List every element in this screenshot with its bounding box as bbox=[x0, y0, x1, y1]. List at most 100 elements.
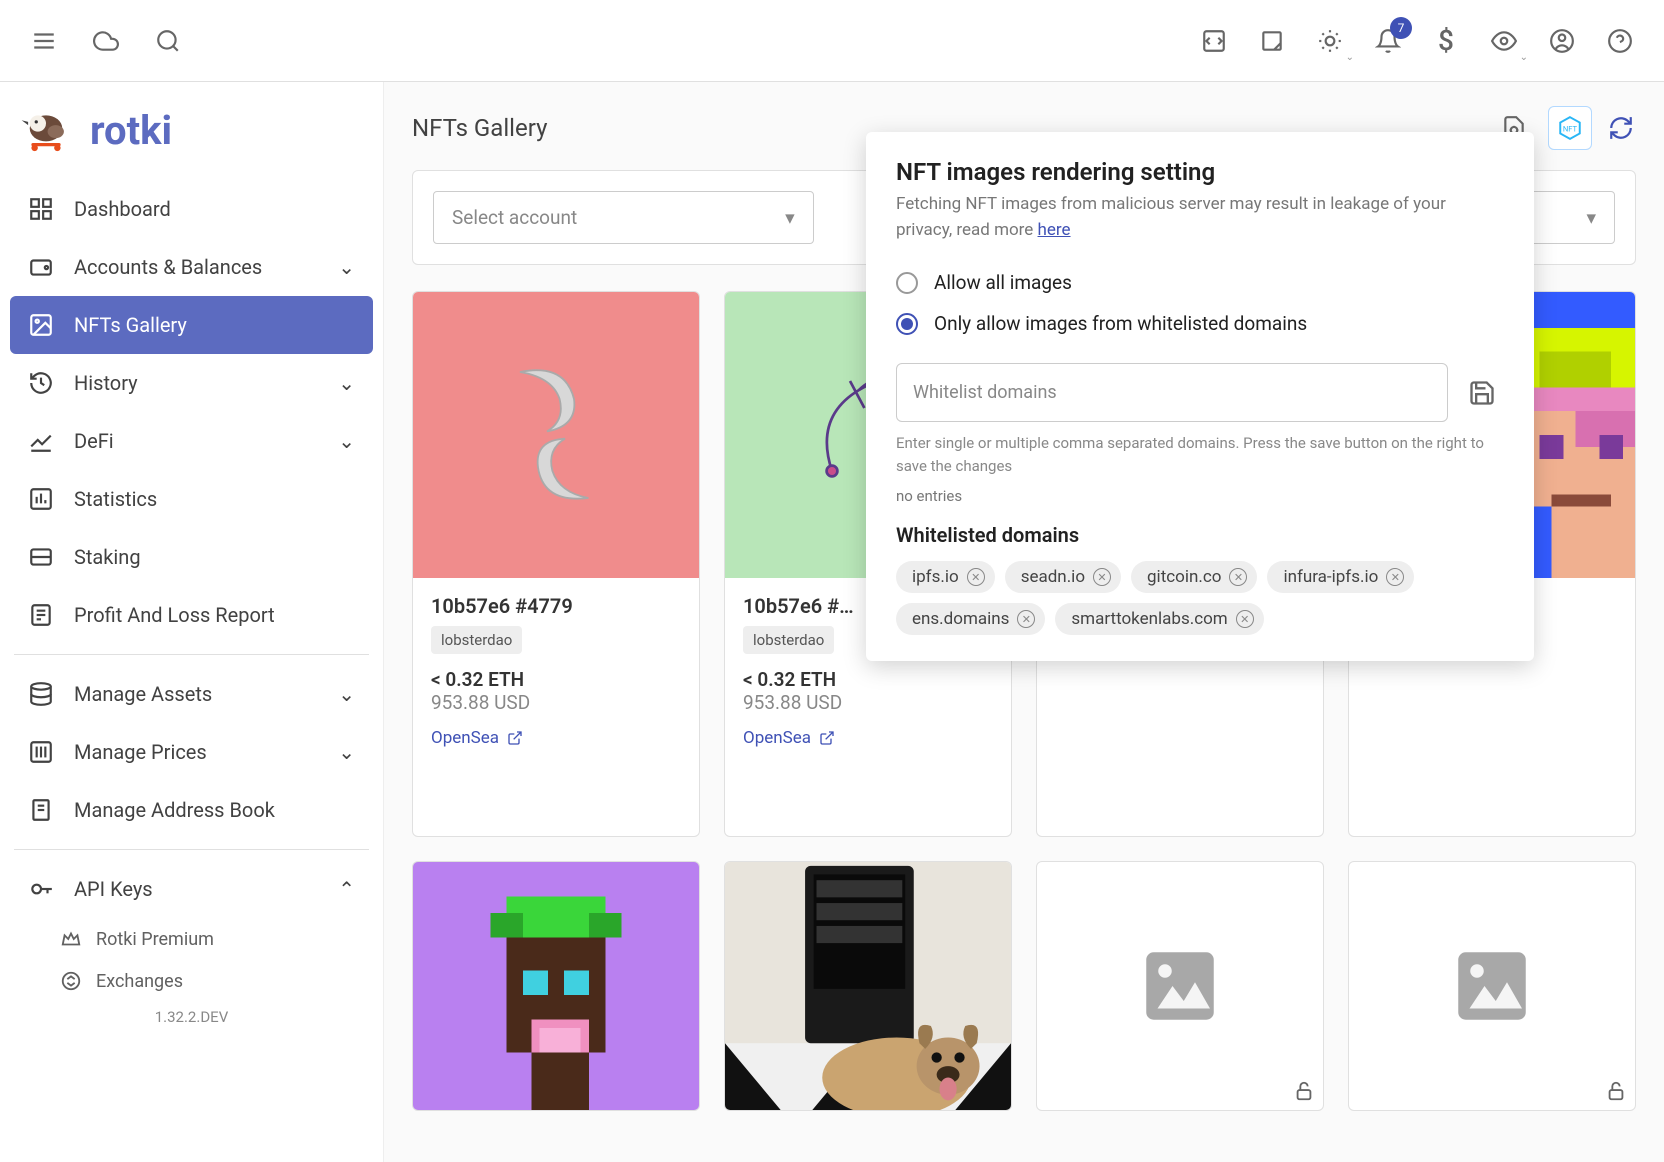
nft-image bbox=[456, 880, 656, 1110]
chip-remove-icon[interactable]: ✕ bbox=[1093, 568, 1111, 586]
nav-label: Manage Assets bbox=[74, 682, 212, 706]
nft-card[interactable] bbox=[724, 861, 1012, 1111]
sidebar-item-pnl[interactable]: Profit And Loss Report bbox=[10, 586, 373, 644]
radio-whitelist-only[interactable]: Only allow images from whitelisted domai… bbox=[896, 312, 1504, 335]
nft-card[interactable]: 10b57e6 #4779 lobsterdao < 0.32 ETH 953.… bbox=[412, 291, 700, 837]
svg-text:NFT: NFT bbox=[1563, 124, 1578, 133]
nav-label: API Keys bbox=[74, 877, 153, 901]
chip-remove-icon[interactable]: ✕ bbox=[1386, 568, 1404, 586]
sidebar-item-defi[interactable]: DeFi ⌄ bbox=[10, 412, 373, 470]
nft-title: 10b57e6 #4779 bbox=[431, 594, 681, 618]
chart-line-icon bbox=[28, 428, 54, 454]
currency-icon[interactable]: $ bbox=[1426, 21, 1466, 61]
domain-chip: seadn.io ✕ bbox=[1005, 561, 1121, 593]
radio-allow-all[interactable]: Allow all images bbox=[896, 271, 1504, 294]
chip-remove-icon[interactable]: ✕ bbox=[1229, 568, 1247, 586]
nft-collection-tag: lobsterdao bbox=[743, 626, 834, 654]
notifications-icon[interactable]: 7 bbox=[1368, 21, 1408, 61]
sidebar-item-dashboard[interactable]: Dashboard bbox=[10, 180, 373, 238]
nft-marketplace-link[interactable]: OpenSea bbox=[743, 728, 993, 748]
exchange-icon bbox=[60, 970, 82, 992]
sidebar-item-api-keys[interactable]: API Keys ⌃ bbox=[10, 860, 373, 918]
crown-icon bbox=[60, 928, 82, 950]
wallet-icon bbox=[28, 254, 54, 280]
nav-label: Exchanges bbox=[96, 971, 183, 992]
sidebar-sub-premium[interactable]: Rotki Premium bbox=[10, 918, 373, 960]
read-more-link[interactable]: here bbox=[1038, 220, 1071, 240]
radio-icon bbox=[896, 313, 918, 335]
select-placeholder: Select account bbox=[452, 206, 577, 229]
popover-title: NFT images rendering setting bbox=[896, 158, 1504, 186]
domain-chip: smarttokenlabs.com ✕ bbox=[1055, 603, 1263, 635]
select-account-field[interactable]: Select account ▾ bbox=[433, 191, 814, 244]
nav-label: Statistics bbox=[74, 487, 157, 511]
main-content: NFTs Gallery NFT Select account ▾ ▾ bbox=[384, 82, 1664, 1162]
chevron-down-icon: ⌄ bbox=[338, 255, 355, 279]
radio-label: Allow all images bbox=[934, 271, 1072, 294]
image-placeholder-icon bbox=[1135, 941, 1225, 1031]
nft-price-usd: 953.88 USD bbox=[431, 691, 681, 714]
cloud-icon[interactable] bbox=[86, 21, 126, 61]
lock-open-icon[interactable] bbox=[1293, 1080, 1315, 1102]
page-title: NFTs Gallery bbox=[412, 114, 547, 142]
domain-chip: infura-ipfs.io ✕ bbox=[1267, 561, 1414, 593]
chip-remove-icon[interactable]: ✕ bbox=[1017, 610, 1035, 628]
nft-price: < 0.32 ETH bbox=[743, 668, 993, 691]
domain-chip: ens.domains✕ bbox=[896, 603, 1045, 635]
chevron-down-icon: ▾ bbox=[1586, 206, 1596, 229]
nav-label: Profit And Loss Report bbox=[74, 603, 275, 627]
nft-settings-button[interactable]: NFT bbox=[1548, 106, 1592, 150]
nav-label: Staking bbox=[74, 545, 141, 569]
lock-open-icon[interactable] bbox=[1605, 1080, 1627, 1102]
nav-label: DeFi bbox=[74, 429, 114, 453]
dashboard-icon bbox=[28, 196, 54, 222]
nft-price: < 0.32 ETH bbox=[431, 668, 681, 691]
whitelisted-domains-title: Whitelisted domains bbox=[896, 523, 1504, 547]
chevron-down-icon: ▾ bbox=[785, 206, 795, 229]
bar-chart-icon bbox=[28, 486, 54, 512]
chip-remove-icon[interactable]: ✕ bbox=[1236, 610, 1254, 628]
nft-card[interactable] bbox=[412, 861, 700, 1111]
history-icon bbox=[28, 370, 54, 396]
sidebar-item-nfts[interactable]: NFTs Gallery bbox=[10, 296, 373, 354]
menu-icon[interactable] bbox=[24, 21, 64, 61]
report-icon bbox=[28, 602, 54, 628]
sidebar-item-staking[interactable]: Staking bbox=[10, 528, 373, 586]
sidebar-item-manage-assets[interactable]: Manage Assets ⌄ bbox=[10, 665, 373, 723]
note-icon[interactable] bbox=[1252, 21, 1292, 61]
domain-chip: ipfs.io✕ bbox=[896, 561, 995, 593]
sidebar-item-address-book[interactable]: Manage Address Book bbox=[10, 781, 373, 839]
no-entries-label: no entries bbox=[896, 487, 1504, 505]
nft-card[interactable] bbox=[1036, 861, 1324, 1111]
theme-icon[interactable]: ⌄ bbox=[1310, 21, 1350, 61]
sidebar-item-manage-prices[interactable]: Manage Prices ⌄ bbox=[10, 723, 373, 781]
chevron-down-icon: ⌄ bbox=[338, 371, 355, 395]
account-icon[interactable] bbox=[1542, 21, 1582, 61]
chip-label: smarttokenlabs.com bbox=[1071, 609, 1227, 629]
sidebar-item-statistics[interactable]: Statistics bbox=[10, 470, 373, 528]
radio-label: Only allow images from whitelisted domai… bbox=[934, 312, 1307, 335]
sidebar-item-history[interactable]: History ⌄ bbox=[10, 354, 373, 412]
key-icon bbox=[28, 876, 54, 902]
nft-card[interactable] bbox=[1348, 861, 1636, 1111]
sidebar-item-accounts[interactable]: Accounts & Balances ⌄ bbox=[10, 238, 373, 296]
nft-price-usd: 953.88 USD bbox=[743, 691, 993, 714]
chip-remove-icon[interactable]: ✕ bbox=[967, 568, 985, 586]
whitelist-domains-input[interactable]: Whitelist domains bbox=[896, 363, 1448, 422]
sidebar-sub-exchanges[interactable]: Exchanges bbox=[10, 960, 373, 1002]
dev-icon[interactable] bbox=[1194, 21, 1234, 61]
save-button[interactable] bbox=[1468, 379, 1504, 415]
help-icon[interactable] bbox=[1600, 21, 1640, 61]
visibility-icon[interactable]: ⌄ bbox=[1484, 21, 1524, 61]
chip-label: infura-ipfs.io bbox=[1283, 567, 1378, 587]
nft-marketplace-link[interactable]: OpenSea bbox=[431, 728, 681, 748]
search-icon[interactable] bbox=[148, 21, 188, 61]
brand-name: rotki bbox=[90, 107, 172, 154]
nft-image bbox=[413, 292, 699, 578]
book-icon bbox=[28, 797, 54, 823]
domain-chip: gitcoin.co✕ bbox=[1131, 561, 1257, 593]
refresh-button[interactable] bbox=[1606, 113, 1636, 143]
chip-label: seadn.io bbox=[1021, 567, 1085, 587]
nav-label: Dashboard bbox=[74, 197, 171, 221]
chevron-up-icon: ⌃ bbox=[338, 877, 355, 901]
